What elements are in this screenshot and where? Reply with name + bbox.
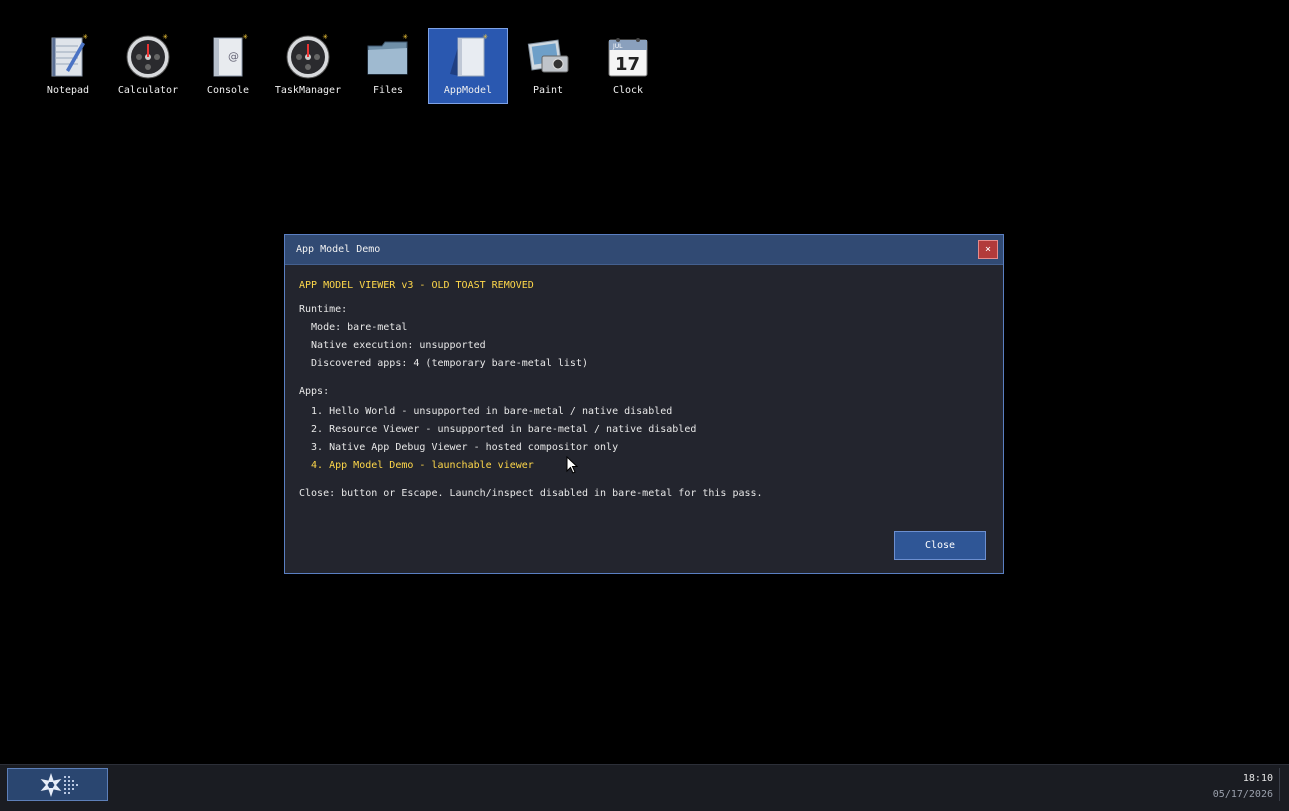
app-list-item: 2. Resource Viewer - unsupported in bare… [299, 424, 697, 435]
console-icon: @ ✳ [204, 33, 252, 81]
app-list-item: 1. Hello World - unsupported in bare-met… [299, 406, 673, 417]
desktop-icon-paint[interactable]: Paint [508, 28, 588, 104]
desktop-icon-console[interactable]: @ ✳ Console [188, 28, 268, 104]
calendar-day: 17 [615, 54, 640, 75]
desktop-icon-label: Notepad [46, 85, 90, 96]
notepad-icon: ✳ [44, 33, 92, 81]
desktop-icon-taskmanager[interactable]: ✳ TaskManager [268, 28, 348, 104]
desktop-icon-calculator[interactable]: ✳ Calculator [108, 28, 188, 104]
app-model-dialog: App Model Demo × APP MODEL VIEWER v3 - O… [284, 234, 1004, 574]
mouse-cursor-icon [566, 456, 578, 474]
calendar-icon: JUL 17 [604, 33, 652, 81]
close-button[interactable]: Close [894, 531, 986, 560]
taskmanager-icon: ✳ [284, 33, 332, 81]
calendar-month: JUL [612, 43, 623, 50]
appmodel-icon: ✳ [444, 33, 492, 81]
app-list-item-selected[interactable]: 4. App Model Demo - launchable viewer [299, 457, 989, 475]
start-logo-icon [40, 772, 78, 797]
desktop-icon-label: Paint [532, 85, 564, 96]
calculator-icon: ✳ [124, 33, 172, 81]
clock-date: 05/17/2026 [1212, 789, 1273, 800]
desktop-icon-appmodel[interactable]: ✳ AppModel [428, 28, 508, 104]
taskbar: 18:10 05/17/2026 [0, 764, 1289, 811]
start-button[interactable] [7, 768, 108, 801]
runtime-mode: Mode: bare-metal [299, 322, 408, 333]
svg-text:@: @ [228, 50, 239, 63]
runtime-label: Runtime: [299, 304, 348, 315]
desktop-icon-notepad[interactable]: ✳ Notepad [28, 28, 108, 104]
desktop-icon-files[interactable]: ✳ Files [348, 28, 428, 104]
clock-time: 18:10 [1242, 773, 1273, 784]
dialog-heading: APP MODEL VIEWER v3 - OLD TOAST REMOVED [299, 280, 534, 291]
desktop-icon-label: Console [206, 85, 250, 96]
paint-icon [524, 33, 572, 81]
desktop-icon-label: AppModel [443, 85, 493, 96]
close-icon[interactable]: × [978, 240, 998, 259]
desktop-icon-grid: ✳ Notepad ✳ Calculator @ ✳ Console ✳ Tas… [28, 28, 668, 104]
desktop-icon-clock[interactable]: JUL 17 Clock [588, 28, 668, 104]
dialog-body: APP MODEL VIEWER v3 - OLD TOAST REMOVED … [285, 265, 1003, 503]
taskbar-clock[interactable]: 18:10 05/17/2026 [1213, 771, 1273, 803]
folder-icon: ✳ [364, 33, 412, 81]
app-list-item: 3. Native App Debug Viewer - hosted comp… [299, 442, 619, 453]
desktop-icon-label: Files [372, 85, 404, 96]
desktop-icon-label: Calculator [117, 85, 179, 96]
show-desktop-edge[interactable] [1279, 768, 1280, 801]
runtime-discovered-apps: Discovered apps: 4 (temporary bare-metal… [299, 358, 588, 369]
desktop-icon-label: Clock [612, 85, 644, 96]
runtime-native-execution: Native execution: unsupported [299, 340, 486, 351]
dialog-title: App Model Demo [296, 244, 381, 255]
desktop-icon-label: TaskManager [274, 85, 342, 96]
apps-label: Apps: [299, 386, 330, 397]
dialog-titlebar[interactable]: App Model Demo × [285, 235, 1003, 265]
footer-note: Close: button or Escape. Launch/inspect … [299, 488, 763, 499]
